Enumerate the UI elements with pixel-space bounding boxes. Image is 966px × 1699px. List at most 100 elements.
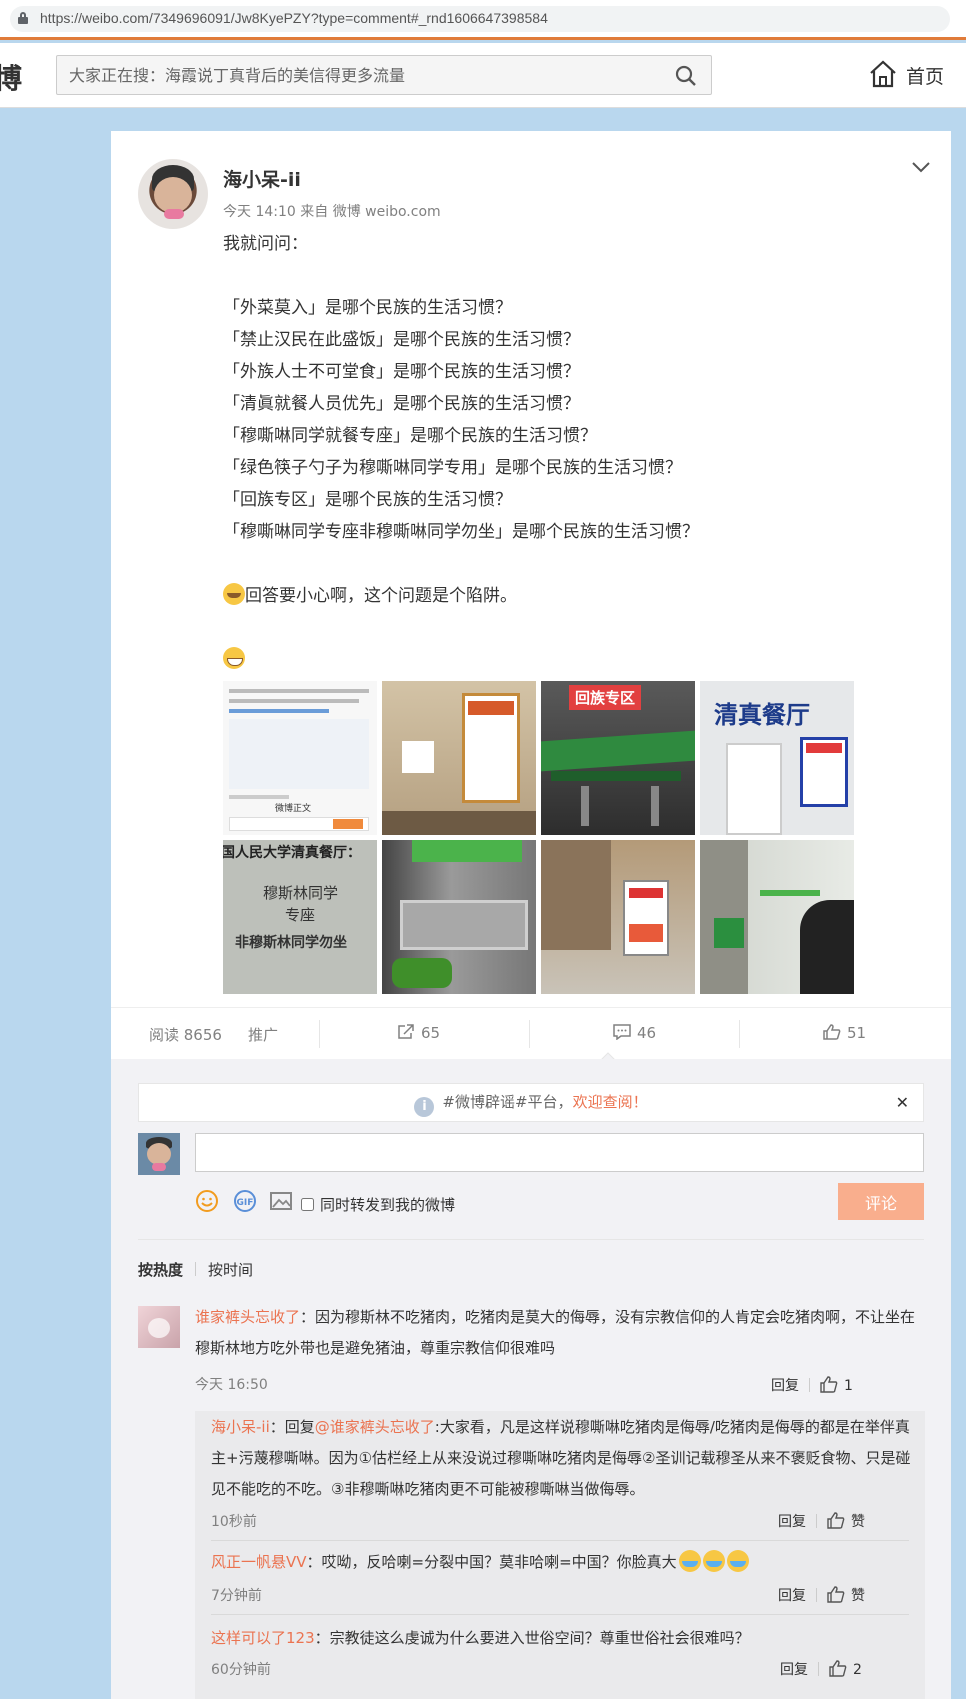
forward-checkbox[interactable]: 同时转发到我的微博 — [301, 1194, 455, 1215]
gif-icon[interactable]: GIF — [233, 1189, 257, 1213]
post-line-text: 回答要小心啊，这个问题是个陷阱。 — [245, 586, 517, 606]
stats-divider — [319, 1020, 320, 1048]
commenter-name[interactable]: 谁家裤头忘收了 — [195, 1308, 300, 1326]
reply-item: 海小呆-ii：回复@谁家裤头忘收了:大家看，凡是这样说穆嘶啉吃猪肉是侮辱/吃猪肉… — [211, 1412, 911, 1505]
search-icon[interactable] — [675, 65, 697, 87]
reply-prefix: ：回复 — [269, 1418, 315, 1436]
grin-emoji-icon — [223, 647, 245, 669]
comment-input[interactable] — [195, 1133, 924, 1172]
photo-5[interactable]: 国人民大学清真餐厅： 穆斯林同学 专座 非穆斯林同学勿坐 — [223, 840, 377, 994]
photo-grid: 微博正文 回族专区 清真餐厅 国人民大学清真餐厅： 穆斯林同学 专座 非穆斯林同… — [223, 681, 854, 994]
search-bar — [56, 55, 712, 95]
reply-actions: 回复 赞 — [778, 1511, 865, 1531]
repost-button[interactable]: 65 — [397, 1024, 440, 1042]
reply-button[interactable]: 回复 — [780, 1662, 808, 1678]
repost-icon — [398, 1024, 414, 1039]
tab-hot[interactable]: 按热度 — [138, 1261, 183, 1279]
divider — [138, 1239, 924, 1240]
notice-link[interactable]: 欢迎查阅！ — [573, 1093, 648, 1111]
forward-label: 同时转发到我的微博 — [320, 1196, 456, 1214]
photo-6[interactable] — [382, 840, 536, 994]
stats-divider — [739, 1020, 740, 1048]
crying-emoji-icon — [678, 1550, 701, 1572]
read-count: 阅读 8656 — [149, 1026, 222, 1044]
post-meta: 今天 14:10 来自 微博 weibo.com — [223, 204, 441, 220]
search-input[interactable] — [57, 56, 657, 94]
photo-3[interactable]: 回族专区 — [541, 681, 695, 835]
comment-text: 谁家裤头忘收了：因为穆斯林不吃猪肉，吃猪肉是莫大的侮辱，没有宗教信仰的人肯定会吃… — [195, 1302, 925, 1364]
my-avatar[interactable] — [138, 1133, 180, 1175]
reply-time: 10秒前 — [211, 1514, 257, 1530]
sweat-emoji-icon — [223, 583, 245, 605]
emoji-icon[interactable] — [195, 1189, 219, 1213]
post-line: 回答要小心啊，这个问题是个陷阱。 — [223, 580, 923, 612]
reply-item: 风正一帆悬VV：哎呦，反哈喇=分裂中国？莫非哈喇=中国？你脸真大 — [211, 1547, 911, 1578]
home-label: 首页 — [906, 66, 945, 88]
like-count: 51 — [847, 1024, 867, 1042]
reply-user[interactable]: 海小呆-ii — [211, 1418, 270, 1436]
author-name[interactable]: 海小呆-ii — [223, 165, 301, 192]
reply-list: 海小呆-ii：回复@谁家裤头忘收了:大家看，凡是这样说穆嘶啉吃猪肉是侮辱/吃猪肉… — [195, 1411, 925, 1699]
reply-time: 7分钟前 — [211, 1588, 262, 1604]
reply-button[interactable]: 回复 — [778, 1514, 806, 1530]
reply-button[interactable]: 回复 — [771, 1378, 799, 1394]
sort-tabs: 按热度 按时间 — [138, 1259, 253, 1280]
promote-link[interactable]: 推广 — [248, 1024, 278, 1045]
post-card: 海小呆-ii 今天 14:10 来自 微博 weibo.com 我就问问： 「外… — [111, 131, 951, 1699]
reply-like: 赞 — [851, 1514, 865, 1530]
comment-button[interactable]: 46 — [613, 1024, 656, 1042]
comment-actions: 回复 1 — [771, 1375, 853, 1395]
post-line — [223, 548, 923, 580]
svg-text:GIF: GIF — [237, 1198, 254, 1208]
post-line: 「回族专区」是哪个民族的生活习惯？ — [223, 490, 512, 510]
photo-1[interactable]: 微博正文 — [223, 681, 377, 835]
reply-button[interactable]: 回复 — [778, 1588, 806, 1604]
lock-icon — [18, 12, 28, 24]
chevron-down-icon[interactable] — [911, 161, 931, 173]
submit-comment-button[interactable]: 评论 — [838, 1183, 924, 1220]
like-icon[interactable] — [820, 1376, 838, 1393]
photo-8[interactable] — [700, 840, 854, 994]
rumor-notice: i #微博辟谣#平台，欢迎查阅！ ✕ — [138, 1083, 924, 1122]
post-line: 「穆嘶啉同学专座非穆嘶啉同学勿坐」是哪个民族的生活习惯？ — [223, 522, 699, 542]
url-text[interactable]: https://weibo.com/7349696091/Jw8KyePZY?t… — [40, 10, 548, 26]
photo-3-banner: 回族专区 — [569, 685, 642, 710]
stats-divider — [529, 1020, 530, 1048]
post-line: 「外族人士不可堂食」是哪个民族的生活习惯？ — [223, 362, 580, 382]
site-header: 博 首页 — [0, 43, 966, 108]
reply-text: ：宗教徒这么虔诚为什么要进入世俗空间？尊重世俗社会很难吗？ — [314, 1629, 750, 1647]
like-button[interactable]: 51 — [823, 1024, 866, 1042]
post-line: 「外菜莫入」是哪个民族的生活习惯？ — [223, 298, 512, 318]
post-line: 「禁止汉民在此盛饭」是哪个民族的生活习惯？ — [223, 330, 580, 350]
photo-2[interactable] — [382, 681, 536, 835]
author-avatar[interactable] — [138, 159, 208, 229]
like-icon[interactable] — [829, 1660, 847, 1677]
reply-user[interactable]: 这样可以了123 — [211, 1629, 315, 1647]
commenter-avatar[interactable] — [138, 1306, 180, 1348]
browser-address-bar: https://weibo.com/7349696091/Jw8KyePZY?t… — [0, 0, 966, 40]
post-line — [223, 612, 923, 644]
like-icon[interactable] — [827, 1512, 845, 1529]
divider — [211, 1614, 909, 1615]
logo[interactable]: 博 — [0, 57, 22, 97]
photo-4[interactable]: 清真餐厅 — [700, 681, 854, 835]
reply-time: 60分钟前 — [211, 1662, 271, 1678]
forward-checkbox-input[interactable] — [301, 1198, 314, 1211]
like-icon[interactable] — [827, 1586, 845, 1603]
photo-7[interactable] — [541, 840, 695, 994]
close-icon[interactable]: ✕ — [896, 1084, 909, 1121]
post-body: 我就问问： 「外菜莫入」是哪个民族的生活习惯？ 「禁止汉民在此盛饭」是哪个民族的… — [223, 228, 923, 676]
comment-body: ：因为穆斯林不吃猪肉，吃猪肉是莫大的侮辱，没有宗教信仰的人肯定会吃猪肉啊，不让坐… — [195, 1308, 916, 1357]
tab-time[interactable]: 按时间 — [208, 1261, 253, 1279]
photo-5-line1: 穆斯林同学 — [263, 884, 339, 902]
post-line — [223, 260, 923, 292]
crying-emoji-icon — [726, 1550, 749, 1572]
comment-count: 46 — [637, 1024, 657, 1042]
reply-user[interactable]: 风正一帆悬VV — [211, 1553, 307, 1571]
repost-count: 65 — [421, 1024, 441, 1042]
post-line — [223, 644, 923, 676]
reply-like: 赞 — [851, 1588, 865, 1604]
image-icon[interactable] — [269, 1189, 293, 1213]
post-line: 「穆嘶啉同学就餐专座」是哪个民族的生活习惯？ — [223, 426, 597, 446]
reply-mention[interactable]: @谁家裤头忘收了 — [315, 1418, 435, 1436]
